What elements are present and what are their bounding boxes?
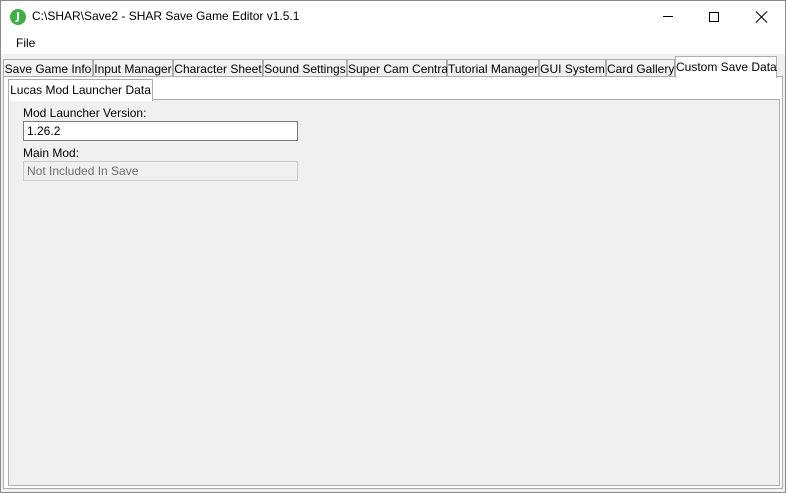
menu-file[interactable]: File	[10, 35, 41, 51]
tab-custom-save-data[interactable]: Custom Save Data	[675, 56, 777, 78]
window-title: C:\SHAR\Save2 - SHAR Save Game Editor v1…	[32, 9, 300, 23]
tab-tutorial-manager[interactable]: Tutorial Manager	[447, 59, 539, 77]
tab-sound-settings[interactable]: Sound Settings	[263, 59, 347, 77]
maximize-button[interactable]	[691, 1, 737, 32]
mod-launcher-version-label: Mod Launcher Version:	[23, 106, 147, 120]
tab-super-cam-central[interactable]: Super Cam Central	[347, 59, 451, 77]
maximize-icon	[709, 11, 719, 22]
main-tab-strip: Save Game Info Input Manager Character S…	[1, 56, 785, 78]
main-mod-field	[23, 161, 298, 181]
main-mod-label: Main Mod:	[23, 146, 80, 160]
tab-lucas-mod-launcher-data[interactable]: Lucas Mod Launcher Data	[8, 79, 153, 101]
title-bar[interactable]: J C:\SHAR\Save2 - SHAR Save Game Editor …	[1, 1, 785, 32]
tab-character-sheet[interactable]: Character Sheet	[173, 59, 263, 77]
minimize-button[interactable]	[645, 1, 691, 32]
mod-launcher-version-field[interactable]	[23, 121, 298, 141]
close-button[interactable]	[739, 1, 785, 32]
tab-input-manager[interactable]: Input Manager	[93, 59, 173, 77]
close-icon	[756, 11, 768, 23]
minimize-icon	[663, 16, 673, 17]
app-icon: J	[10, 9, 26, 25]
tab-gui-system[interactable]: GUI System	[539, 59, 606, 77]
custom-save-data-panel: Lucas Mod Launcher Data Mod Launcher Ver…	[3, 76, 783, 489]
app-window: J C:\SHAR\Save2 - SHAR Save Game Editor …	[0, 0, 786, 493]
mod-launcher-data-panel: Mod Launcher Version: Main Mod:	[8, 99, 780, 486]
menu-bar: File	[1, 32, 785, 54]
tab-save-game-info[interactable]: Save Game Info	[3, 59, 93, 77]
tab-card-gallery[interactable]: Card Gallery	[606, 59, 675, 77]
